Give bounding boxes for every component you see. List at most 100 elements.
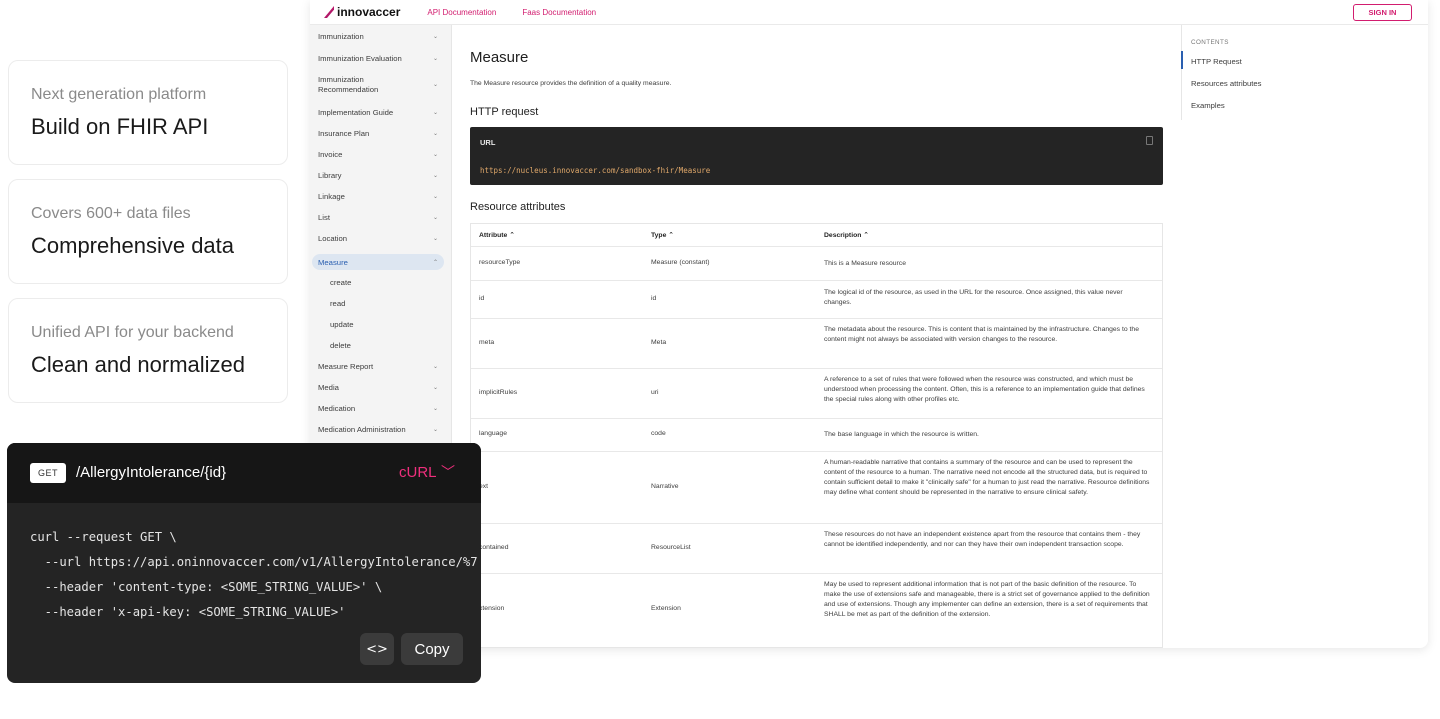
- innovaccer-logo[interactable]: innovaccer: [324, 5, 400, 19]
- innovaccer-logo-icon: [324, 6, 334, 18]
- cell-description: The logical id of the resource, as used …: [824, 289, 1123, 306]
- faas-documentation-link[interactable]: Faas Documentation: [522, 8, 596, 17]
- nav-item-measure[interactable]: Measure ⌃: [312, 254, 444, 270]
- cell-attribute: implicitRules: [479, 389, 518, 396]
- nav-item-implementation-guide[interactable]: Implementation Guide ⌄: [312, 108, 444, 117]
- chevron-down-icon: ⌄: [432, 131, 438, 137]
- chevron-down-icon: ⌄: [432, 173, 438, 179]
- card-subtitle: Unified API for your backend: [31, 324, 234, 341]
- copy-button[interactable]: Copy: [401, 633, 463, 665]
- nav-item-label: Library: [318, 171, 342, 180]
- feature-card-fhir: Next generation platform Build on FHIR A…: [8, 60, 288, 165]
- table-row: xtension Extension May be used to repres…: [471, 574, 1162, 648]
- nav-item-insurance-plan[interactable]: Insurance Plan ⌄: [312, 129, 444, 138]
- nav-sub-read[interactable]: read: [330, 299, 345, 308]
- cell-attribute: id: [479, 295, 485, 302]
- nav-item-immunization[interactable]: Immunization ⌄: [312, 32, 444, 41]
- nav-sub-delete[interactable]: delete: [330, 341, 351, 350]
- http-method-badge: GET: [30, 463, 66, 483]
- nav-item-label: Location: [318, 234, 348, 243]
- cell-type: uri: [651, 389, 659, 396]
- chevron-down-icon: ⌄: [432, 406, 438, 412]
- cell-type: Narrative: [651, 483, 679, 490]
- nav-item-immunization-recommendation[interactable]: Immunization Recommendation ⌄: [312, 75, 438, 96]
- api-panel-header: GET /AllergyIntolerance/{id} cURL ﹀: [7, 443, 481, 503]
- cell-type: id: [651, 295, 657, 302]
- nav-item-medication[interactable]: Medication ⌄: [312, 404, 444, 413]
- toc-item-examples[interactable]: Examples: [1191, 101, 1225, 110]
- table-row: meta Meta The metadata about the resourc…: [471, 319, 1162, 369]
- card-subtitle: Covers 600+ data files: [31, 205, 191, 222]
- copy-icon[interactable]: [1146, 136, 1153, 145]
- url-value[interactable]: https://nucleus.innovaccer.com/sandbox-f…: [480, 166, 710, 175]
- nav-sub-update[interactable]: update: [330, 320, 354, 329]
- nav-item-label: Immunization Recommendation: [318, 75, 379, 95]
- toc-item-resources-attributes[interactable]: Resources attributes: [1191, 79, 1262, 88]
- nav-item-medication-administration[interactable]: Medication Administration ⌄: [312, 425, 444, 434]
- chevron-down-icon: ⌄: [432, 194, 438, 200]
- nav-item-label: Measure: [318, 257, 348, 267]
- nav-item-linkage[interactable]: Linkage ⌄: [312, 192, 444, 201]
- cell-description: The metadata about the resource. This is…: [824, 326, 1139, 343]
- table-row: implicitRules uri A reference to a set o…: [471, 369, 1162, 419]
- url-code-block: URL https://nucleus.innovaccer.com/sandb…: [470, 127, 1163, 185]
- http-request-heading: HTTP request: [470, 106, 539, 118]
- table-row: id id The logical id of the resource, as…: [471, 281, 1162, 319]
- nav-item-measure-report[interactable]: Measure Report ⌄: [312, 362, 444, 371]
- chevron-down-icon: ⌄: [432, 56, 438, 62]
- language-selector[interactable]: cURL: [399, 464, 437, 481]
- code-view-button[interactable]: <>: [360, 633, 394, 665]
- logo-text: innovaccer: [337, 5, 401, 19]
- column-header-attribute[interactable]: Attribute ⌃: [479, 231, 515, 239]
- nav-sub-create[interactable]: create: [330, 278, 351, 287]
- feature-card-normalized: Unified API for your backend Clean and n…: [8, 298, 288, 403]
- nav-item-library[interactable]: Library ⌄: [312, 171, 444, 180]
- card-title: Comprehensive data: [31, 233, 235, 258]
- page-title: Measure: [470, 49, 529, 66]
- nav-item-label: Immunization Evaluation: [318, 54, 402, 63]
- cell-description: These resources do not have an independe…: [824, 531, 1141, 548]
- sign-in-button[interactable]: SIGN IN: [1353, 4, 1412, 21]
- cell-description: A reference to a set of rules that were …: [824, 376, 1145, 403]
- feature-card-data: Covers 600+ data files Comprehensive dat…: [8, 179, 288, 284]
- table-row: resourceType Measure (constant) This is …: [471, 247, 1162, 281]
- nav-item-invoice[interactable]: Invoice ⌄: [312, 150, 444, 159]
- chevron-down-icon: ⌄: [432, 385, 438, 391]
- card-title: Build on FHIR API: [31, 114, 209, 139]
- curl-code-snippet: curl --request GET \ --url https://api.o…: [30, 530, 478, 619]
- nav-item-label: Immunization: [318, 32, 364, 41]
- chevron-down-icon: ⌄: [432, 34, 438, 40]
- chevron-down-icon: ⌄: [432, 364, 438, 370]
- nav-item-label: Insurance Plan: [318, 129, 370, 138]
- card-subtitle: Next generation platform: [31, 86, 207, 103]
- page-description: The Measure resource provides the defini…: [470, 80, 672, 87]
- chevron-down-icon[interactable]: ﹀: [441, 462, 455, 482]
- cell-type: ResourceList: [651, 544, 691, 551]
- nav-item-label: Measure Report: [318, 362, 374, 371]
- nav-item-label: List: [318, 213, 330, 222]
- nav-item-label: Medication: [318, 404, 356, 413]
- chevron-down-icon: ⌄: [432, 152, 438, 158]
- chevron-down-icon: ⌄: [432, 236, 438, 242]
- chevron-up-icon: ⌃: [432, 259, 438, 266]
- cell-attribute: contained: [479, 544, 509, 551]
- api-documentation-link[interactable]: API Documentation: [427, 8, 496, 17]
- cell-type: Extension: [651, 605, 681, 612]
- nav-item-label: Linkage: [318, 192, 345, 201]
- column-header-type[interactable]: Type ⌃: [651, 231, 674, 239]
- table-of-contents: CONTENTS HTTP Request Resources attribut…: [1181, 25, 1301, 120]
- nav-item-location[interactable]: Location ⌄: [312, 234, 444, 243]
- nav-item-list[interactable]: List ⌄: [312, 213, 444, 222]
- cell-type: Meta: [651, 339, 667, 346]
- toc-heading: CONTENTS: [1191, 39, 1229, 46]
- column-header-description[interactable]: Description ⌃: [824, 231, 1152, 241]
- nav-item-media[interactable]: Media ⌄: [312, 383, 444, 392]
- toc-item-http-request[interactable]: HTTP Request: [1191, 57, 1242, 66]
- cell-attribute: xtension: [479, 605, 505, 612]
- nav-item-label: Invoice: [318, 150, 343, 159]
- cell-attribute: meta: [479, 339, 495, 346]
- toc-active-indicator: [1181, 51, 1183, 69]
- nav-item-immunization-evaluation[interactable]: Immunization Evaluation ⌄: [312, 54, 444, 63]
- cell-description: May be used to represent additional info…: [824, 581, 1150, 618]
- cell-description: The base language in which the resource …: [824, 431, 979, 438]
